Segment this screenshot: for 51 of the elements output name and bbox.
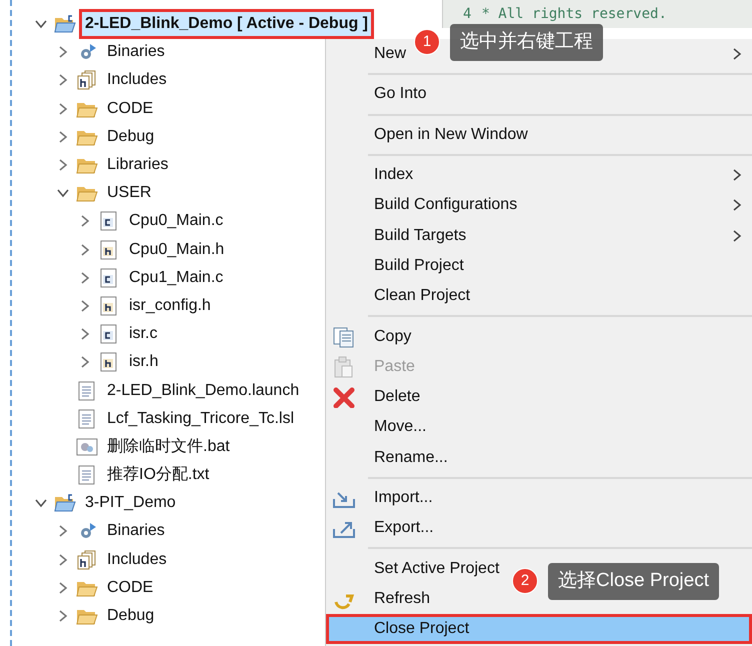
menu-item[interactable]: Rename... (374, 446, 448, 470)
tree-item[interactable]: Binaries (104, 40, 168, 64)
code-comment: * All rights reserved. (481, 4, 667, 24)
tree-item[interactable]: 2-LED_Blink_Demo [ Active - Debug ] (82, 12, 372, 36)
line-number: 4 (463, 4, 472, 24)
tree-item[interactable]: Debug (104, 604, 158, 628)
tree-item[interactable]: isr_config.h (126, 294, 214, 318)
step-number-badge: 1 (414, 29, 440, 56)
tree-item[interactable]: USER (104, 181, 154, 206)
menu-item[interactable]: Set Active Project (374, 556, 500, 581)
project-folder-icon (54, 493, 76, 514)
callout-tooltip: 选择Close Project (548, 563, 719, 600)
includes-icon (76, 70, 98, 90)
delete-icon (332, 386, 356, 408)
callout-tooltip: 选中并右键工程 (450, 24, 603, 60)
tree-item[interactable]: Libraries (104, 153, 172, 178)
menu-item[interactable]: Copy (374, 324, 412, 349)
menu-item[interactable]: Go Into (374, 82, 426, 106)
tree-item[interactable]: isr.c (126, 322, 160, 346)
menu-item[interactable]: Build Configurations (374, 193, 518, 218)
menu-item[interactable]: Move... (374, 415, 426, 440)
tree-item[interactable]: Cpu1_Main.c (126, 266, 226, 290)
tree-item[interactable]: Includes (104, 548, 170, 572)
tree-item[interactable]: Lcf_Tasking_Tricore_Tc.lsl (104, 406, 298, 431)
menu-item[interactable]: Delete (374, 385, 420, 410)
tree-item[interactable]: 2-LED_Blink_Demo.launch (104, 378, 302, 403)
tree-item[interactable]: 删除临时文件.bat (104, 434, 233, 459)
tree-item[interactable]: Cpu0_Main.c (126, 209, 226, 234)
tree-item[interactable]: isr.h (126, 350, 162, 374)
copy-icon (332, 326, 356, 348)
tree-item[interactable]: Includes (104, 68, 170, 92)
menu-item[interactable]: Clean Project (374, 284, 470, 308)
tree-item[interactable]: CODE (104, 576, 156, 600)
project-folder-icon (54, 14, 76, 34)
menu-item[interactable]: New (374, 42, 406, 66)
menu-item[interactable]: Import... (374, 486, 433, 510)
gear-file-icon (76, 436, 98, 457)
tree-item[interactable]: 3-PIT_Demo (82, 491, 179, 516)
menu-item[interactable]: Index (374, 163, 414, 188)
tree-item[interactable]: CODE (104, 96, 156, 121)
includes-icon (76, 550, 98, 570)
tree-item[interactable]: Debug (104, 124, 158, 149)
menu-item[interactable]: Build Targets (374, 224, 466, 248)
menu-item[interactable]: Open in New Window (374, 122, 528, 147)
menu-item[interactable]: Refresh (374, 586, 430, 611)
menu-item[interactable]: Close Project (326, 614, 752, 644)
tree-item[interactable]: 推荐IO分配.txt (104, 463, 212, 488)
menu-item[interactable]: Build Project (374, 254, 464, 278)
tree-item[interactable]: Binaries (104, 519, 168, 544)
tree-item[interactable]: Cpu0_Main.h (126, 238, 228, 262)
menu-item[interactable]: Export... (374, 516, 434, 540)
